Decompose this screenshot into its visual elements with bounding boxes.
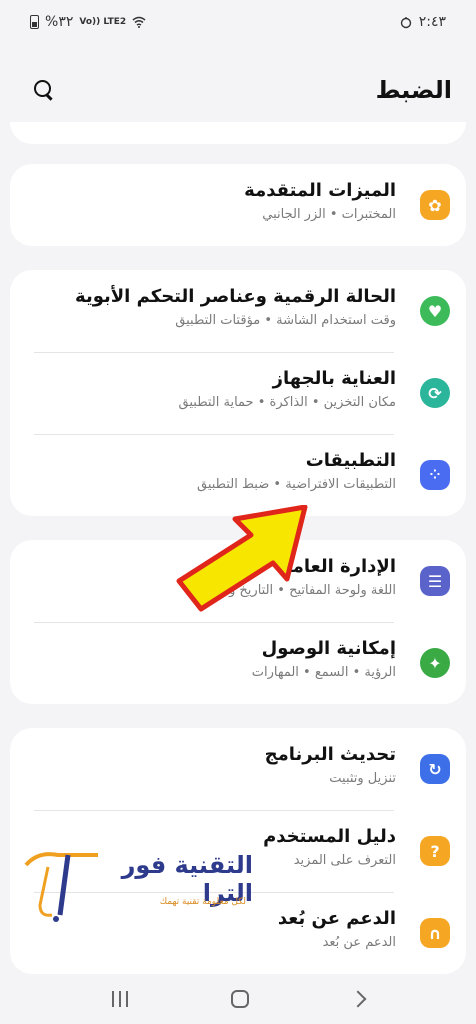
item-title: الحالة الرقمية وعناصر التحكم الأبوية	[75, 286, 396, 307]
item-subtitle: التطبيقات الافتراضية • ضبط التطبيق	[196, 477, 396, 492]
settings-group-wellbeing: ♥ الحالة الرقمية وعناصر التحكم الأبوية و…	[10, 270, 466, 516]
item-title: الميزات المتقدمة	[244, 180, 396, 201]
settings-item-remote-support[interactable]: ∩ الدعم عن بُعد الدعم عن بُعد	[10, 892, 466, 974]
settings-item-apps[interactable]: ⁘ التطبيقات التطبيقات الافتراضية • ضبط ا…	[10, 434, 466, 516]
item-subtitle: المختبرات • الزر الجانبي	[262, 207, 396, 222]
item-subtitle: تنزيل وتثبيت	[329, 771, 396, 786]
previous-group-card	[10, 122, 466, 144]
settings-item-user-manual[interactable]: ? دليل المستخدم التعرف على المزيد	[10, 810, 466, 892]
settings-item-general-management[interactable]: ☰ الإدارة العامة اللغة ولوحة المفاتيح • …	[10, 540, 466, 622]
navigation-bar	[0, 974, 476, 1024]
item-title: العناية بالجهاز	[272, 368, 396, 389]
item-subtitle: الرؤية • السمع • المهارات	[251, 665, 396, 680]
settings-group-general: ☰ الإدارة العامة اللغة ولوحة المفاتيح • …	[10, 540, 466, 704]
status-bar: %٣٢ Vo)) LTE2 ٢:٤٣	[0, 0, 476, 44]
refresh-icon: ⟳	[420, 378, 450, 408]
page-title: الضبط	[375, 76, 452, 104]
settings-group-support: ↻ تحديث البرنامج تنزيل وتثبيت ? دليل الم…	[10, 728, 466, 974]
settings-item-digital-wellbeing[interactable]: ♥ الحالة الرقمية وعناصر التحكم الأبوية و…	[10, 270, 466, 352]
status-time: ٢:٤٣	[418, 14, 446, 30]
sliders-icon: ☰	[420, 566, 450, 596]
manual-icon: ?	[420, 836, 450, 866]
status-right: ٢:٤٣	[399, 14, 446, 30]
accessibility-icon: ✦	[420, 648, 450, 678]
status-left: %٣٢ Vo)) LTE2	[30, 14, 146, 30]
item-subtitle: وقت استخدام الشاشة • مؤقتات التطبيق	[175, 313, 396, 328]
home-icon[interactable]	[230, 990, 249, 1008]
item-subtitle: مكان التخزين • الذاكرة • حماية التطبيق	[178, 395, 396, 410]
settings-group-advanced: ✿ الميزات المتقدمة المختبرات • الزر الجا…	[10, 164, 466, 246]
alarm-icon	[400, 17, 411, 29]
gear-icon: ✿	[420, 190, 450, 220]
item-subtitle: التعرف على المزيد	[293, 853, 396, 868]
search-icon[interactable]	[30, 76, 58, 104]
item-title: تحديث البرنامج	[264, 744, 396, 765]
network-label: Vo)) LTE2	[79, 16, 127, 27]
heart-icon: ♥	[420, 296, 450, 326]
recent-apps-icon[interactable]	[111, 991, 128, 1007]
back-icon[interactable]	[349, 990, 367, 1008]
battery-icon	[30, 15, 39, 29]
settings-item-software-update[interactable]: ↻ تحديث البرنامج تنزيل وتثبيت	[10, 728, 466, 810]
item-title: دليل المستخدم	[263, 826, 396, 847]
headset-icon: ∩	[420, 918, 450, 948]
item-title: الإدارة العامة	[281, 556, 396, 577]
settings-header: الضبط	[0, 62, 476, 118]
settings-item-advanced-features[interactable]: ✿ الميزات المتقدمة المختبرات • الزر الجا…	[10, 164, 466, 246]
wifi-icon	[132, 16, 146, 28]
battery-level: %٣٢	[45, 14, 74, 30]
grid-icon: ⁘	[420, 460, 450, 490]
item-title: إمكانية الوصول	[261, 638, 396, 659]
item-subtitle: اللغة ولوحة المفاتيح • التاريخ والوقت	[195, 583, 396, 598]
settings-item-device-care[interactable]: ⟳ العناية بالجهاز مكان التخزين • الذاكرة…	[10, 352, 466, 434]
settings-item-accessibility[interactable]: ✦ إمكانية الوصول الرؤية • السمع • المهار…	[10, 622, 466, 704]
update-icon: ↻	[420, 754, 450, 784]
item-title: الدعم عن بُعد	[277, 908, 396, 929]
item-title: التطبيقات	[305, 450, 396, 471]
item-subtitle: الدعم عن بُعد	[322, 935, 396, 950]
